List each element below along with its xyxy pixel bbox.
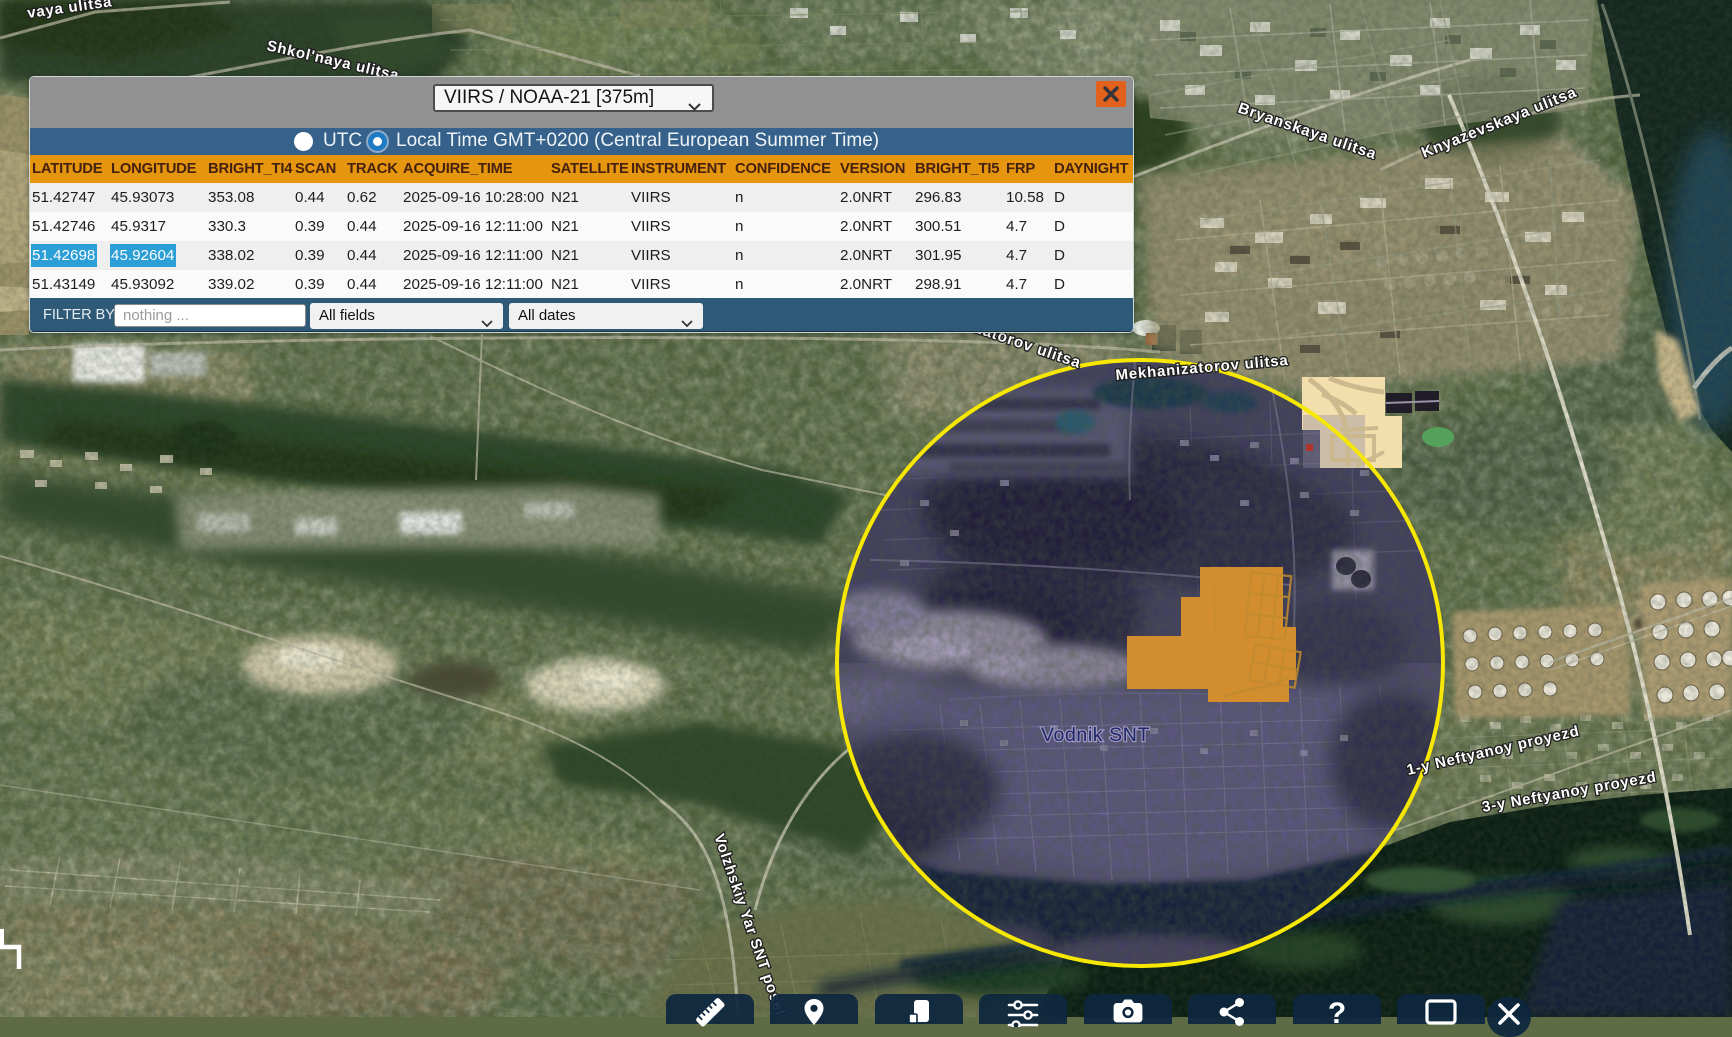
svg-text:Vodnik SNT: Vodnik SNT xyxy=(1041,724,1150,746)
svg-text:?: ? xyxy=(1328,997,1346,1027)
